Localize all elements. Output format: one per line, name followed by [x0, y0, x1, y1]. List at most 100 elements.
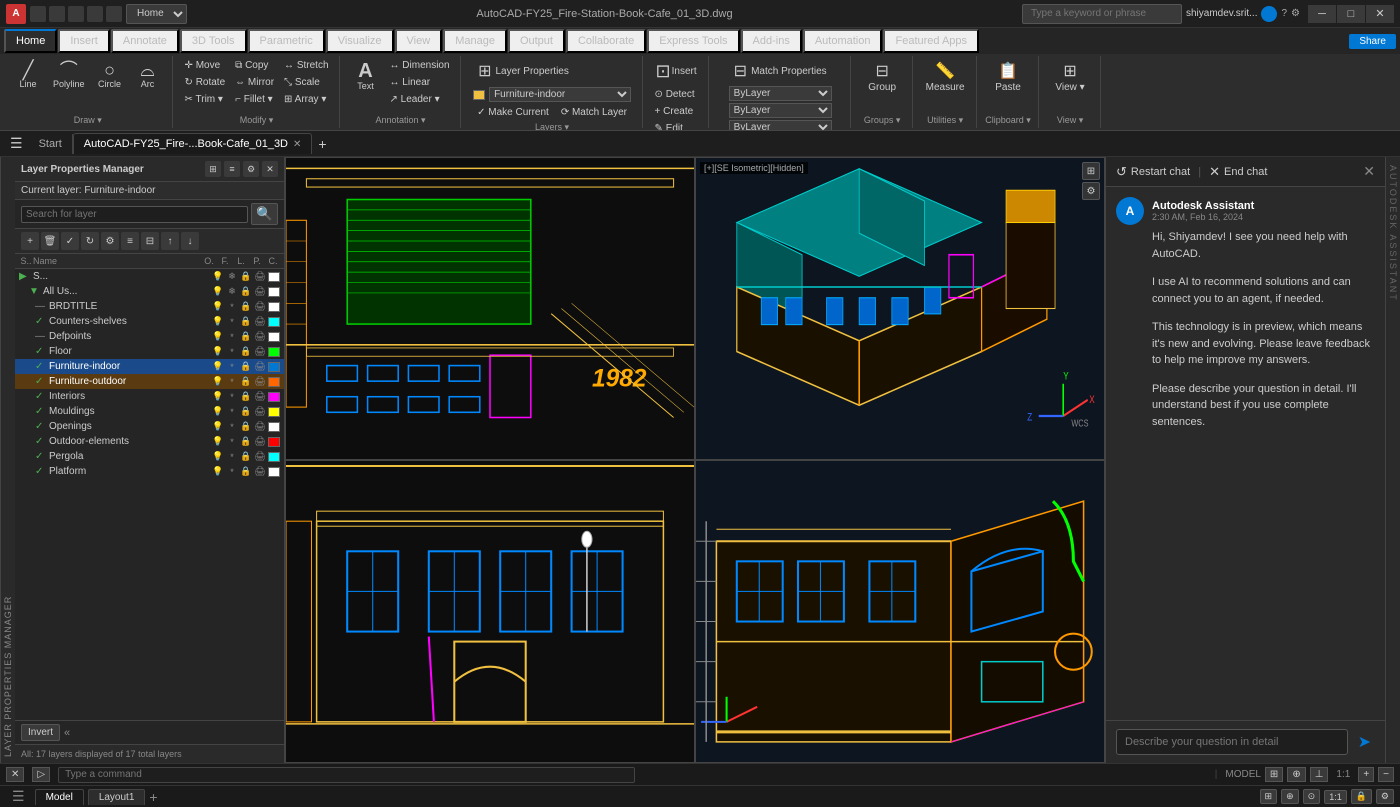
redo-icon[interactable] [106, 6, 122, 22]
circle-button[interactable]: ○ Circle [92, 58, 128, 93]
search-input[interactable] [1022, 4, 1182, 24]
start-tab[interactable]: Start [29, 134, 73, 154]
layer-outdoor-elements[interactable]: ✓ Outdoor-elements 💡*🔒🖨 [15, 434, 284, 449]
text-button[interactable]: A Text [348, 58, 384, 95]
layer-tool-7[interactable]: ↑ [161, 232, 179, 250]
layer-settings-button[interactable]: ⚙ [101, 232, 119, 250]
layer-openings[interactable]: ✓ Openings 💡*🔒🖨 [15, 419, 284, 434]
layer-new-button[interactable]: + [21, 232, 39, 250]
command-input[interactable] [58, 767, 635, 783]
tab-visualize[interactable]: Visualize [326, 29, 394, 53]
arc-button[interactable]: ⌓ Arc [130, 58, 166, 93]
viewport-top-left[interactable]: 1982 [285, 157, 695, 460]
bylayer-linetype-dropdown[interactable]: ByLayer [729, 103, 832, 118]
trim-button[interactable]: ✂ Trim ▾ [181, 92, 230, 107]
layer-tool-6[interactable]: ⊟ [141, 232, 159, 250]
doc-tab-active[interactable]: AutoCAD-FY25_Fire-...Book-Cafe_01_3D ✕ [73, 133, 313, 154]
new-tab-button[interactable]: + [312, 134, 332, 154]
layer-tree-root[interactable]: ▶ S... 💡 ❄ 🔒 🖨 [15, 269, 284, 284]
rotate-button[interactable]: ↻ Rotate [181, 75, 230, 90]
layer-check-button[interactable]: ✓ [61, 232, 79, 250]
add-layout-button[interactable]: + [149, 789, 157, 805]
model-tab-model[interactable]: Model [35, 789, 84, 805]
create-block-button[interactable]: + Create [651, 104, 698, 119]
layer-search-button[interactable]: 🔍 [251, 203, 278, 225]
status-cancel-button[interactable]: ✕ [6, 767, 24, 782]
panel-icon-2[interactable]: ≡ [224, 161, 240, 177]
restart-chat-button[interactable]: ↺ Restart chat [1116, 164, 1190, 180]
scale-button[interactable]: ⤡ Scale [280, 75, 332, 90]
model-units-btn[interactable]: ⊙ [1303, 789, 1321, 804]
end-chat-button[interactable]: ✕ End chat [1209, 164, 1267, 180]
layer-delete-button[interactable]: 🗑 [41, 232, 59, 250]
tab-add-ins[interactable]: Add-ins [741, 29, 802, 53]
save-icon[interactable] [68, 6, 84, 22]
layer-platform[interactable]: ✓ Platform 💡*🔒🖨 [15, 464, 284, 479]
model-view-btn[interactable]: ⊕ [1281, 789, 1299, 804]
linear-button[interactable]: ↔ Linear [386, 75, 454, 90]
ortho-button[interactable]: ⊥ [1310, 767, 1329, 782]
layer-search-input[interactable] [21, 206, 248, 223]
viewport-top-right[interactable]: [+][SE Isometric][Hidden] ⊞ ⚙ [695, 157, 1105, 460]
help-icon[interactable]: ? [1281, 8, 1287, 19]
polyline-button[interactable]: ⌒ Polyline [48, 58, 90, 93]
zoom-out-button[interactable]: − [1378, 767, 1394, 782]
tab-annotate[interactable]: Annotate [111, 29, 179, 53]
model-scale-btn[interactable]: 1:1 [1324, 790, 1347, 804]
dimension-button[interactable]: ↔ Dimension [386, 58, 454, 73]
tab-3d-tools[interactable]: 3D Tools [180, 29, 247, 53]
tab-featured-apps[interactable]: Featured Apps [883, 29, 979, 53]
edit-block-button[interactable]: ✎ Edit [651, 121, 687, 130]
viewport-bottom-right[interactable] [695, 460, 1105, 763]
vp-tr-settings[interactable]: ⚙ [1082, 182, 1100, 200]
viewport-bottom-left[interactable] [285, 460, 695, 763]
bylayer-color-dropdown[interactable]: ByLayer [729, 86, 832, 101]
tab-home[interactable]: Home [4, 29, 57, 53]
measure-button[interactable]: 📏 Measure [921, 58, 970, 96]
match-layer-button[interactable]: ⟳ Match Layer [557, 105, 631, 120]
line-button[interactable]: ╱ Line [10, 58, 46, 93]
close-button[interactable]: ✕ [1366, 5, 1394, 23]
model-lock-btn[interactable]: 🔒 [1351, 789, 1372, 804]
ai-send-button[interactable]: ➤ [1354, 730, 1375, 754]
stretch-button[interactable]: ↔ Stretch [280, 58, 332, 73]
mirror-button[interactable]: ⇔ Mirror [231, 75, 278, 90]
open-icon[interactable] [49, 6, 65, 22]
doc-tab-close[interactable]: ✕ [293, 139, 301, 150]
detect-button[interactable]: ⊙ Detect [651, 87, 699, 102]
layer-furniture-indoor[interactable]: ✓ Furniture-indoor 💡*🔒🖨 [15, 359, 284, 374]
panel-icon-1[interactable]: ⊞ [205, 161, 221, 177]
minimize-button[interactable]: ─ [1308, 5, 1336, 23]
settings-icon[interactable]: ⚙ [1291, 8, 1300, 19]
layer-interiors[interactable]: ✓ Interiors 💡*🔒🖨 [15, 389, 284, 404]
ai-panel-close-button[interactable]: ✕ [1363, 163, 1375, 180]
leader-button[interactable]: ↗ Leader ▾ [386, 92, 454, 107]
zoom-in-button[interactable]: + [1358, 767, 1374, 782]
array-button[interactable]: ⊞ Array ▾ [280, 92, 332, 107]
snap-button[interactable]: ⊕ [1287, 767, 1305, 782]
paste-button[interactable]: 📋 Paste [990, 58, 1026, 96]
maximize-button[interactable]: □ [1337, 5, 1365, 23]
panel-settings-icon[interactable]: ⚙ [243, 161, 259, 177]
panel-close-icon[interactable]: ✕ [262, 161, 278, 177]
tab-express-tools[interactable]: Express Tools [647, 29, 739, 53]
insert-button[interactable]: ⊡ Insert [651, 58, 702, 85]
hamburger-button[interactable]: ☰ [4, 133, 29, 154]
share-button[interactable]: Share [1349, 34, 1396, 49]
sidebar-panel-label[interactable]: LAYER PROPERTIES MANAGER [0, 157, 15, 763]
layer-properties-button[interactable]: ⊞ Layer Properties [473, 58, 574, 84]
menu-button[interactable]: ☰ [6, 788, 31, 805]
layer-counters-shelves[interactable]: ✓ Counters-shelves 💡*🔒🖨 [15, 314, 284, 329]
tab-view[interactable]: View [395, 29, 443, 53]
workspace-selector[interactable]: Home [126, 4, 187, 24]
tab-parametric[interactable]: Parametric [248, 29, 325, 53]
fillet-button[interactable]: ⌐ Fillet ▾ [231, 92, 278, 107]
tab-manage[interactable]: Manage [443, 29, 507, 53]
grid-button[interactable]: ⊞ [1265, 767, 1283, 782]
new-icon[interactable] [30, 6, 46, 22]
view-standard-button[interactable]: ⊞ View ▾ [1050, 58, 1089, 96]
undo-icon[interactable] [87, 6, 103, 22]
tab-insert[interactable]: Insert [58, 29, 110, 53]
vp-tr-maximize[interactable]: ⊞ [1082, 162, 1100, 180]
model-settings-btn[interactable]: ⚙ [1376, 789, 1394, 804]
